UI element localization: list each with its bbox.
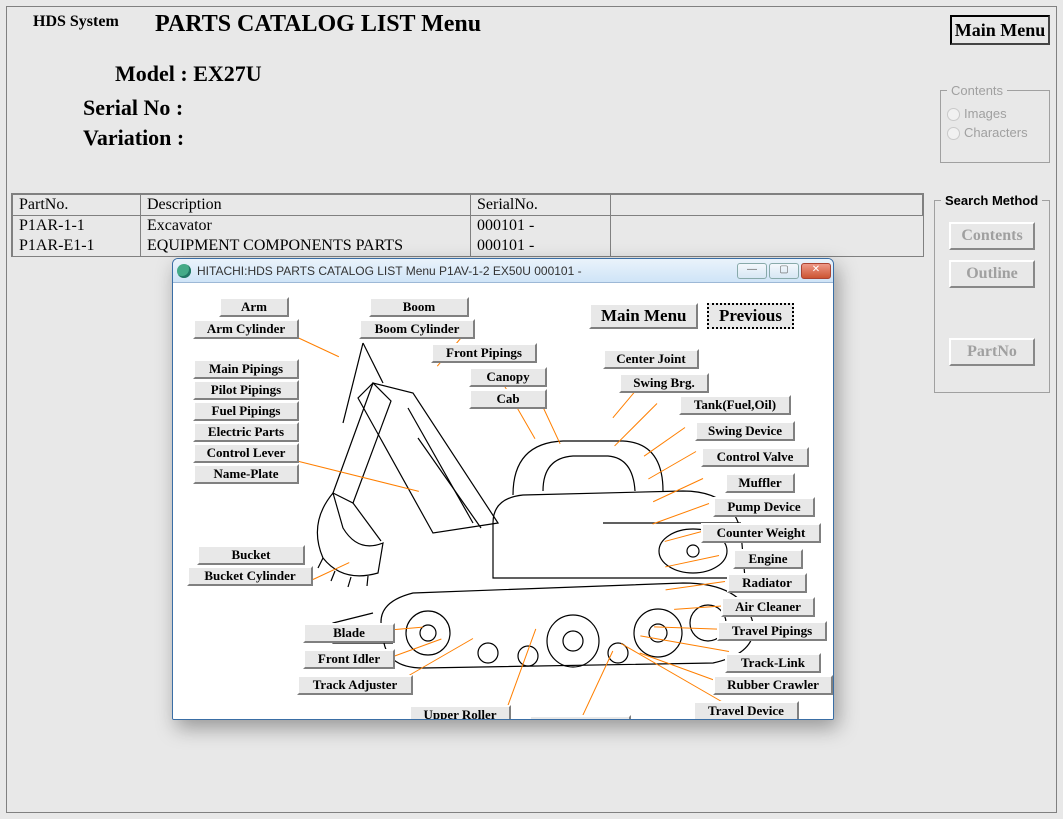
cell-serialno: 000101 -: [471, 216, 611, 237]
part-track-link-button[interactable]: Track-Link: [725, 653, 821, 673]
contents-button[interactable]: Contents: [949, 222, 1035, 250]
app-icon: [177, 264, 191, 278]
model-value: EX27U: [193, 61, 261, 86]
part-engine-button[interactable]: Engine: [733, 549, 803, 569]
part-muffler-button[interactable]: Muffler: [725, 473, 795, 493]
page-title: PARTS CATALOG LIST Menu: [155, 11, 481, 38]
part-rubber-crawler-button[interactable]: Rubber Crawler: [713, 675, 833, 695]
part-tank-button[interactable]: Tank(Fuel,Oil): [679, 395, 791, 415]
part-control-valve-button[interactable]: Control Valve: [701, 447, 809, 467]
outline-button[interactable]: Outline: [949, 260, 1035, 288]
part-fuel-pipings-button[interactable]: Fuel Pipings: [193, 401, 299, 421]
main-menu-button[interactable]: Main Menu: [950, 15, 1050, 45]
cell-serialno: 000101 -: [471, 236, 611, 256]
popup-titlebar[interactable]: HITACHI:HDS PARTS CATALOG LIST Menu P1AV…: [173, 259, 833, 283]
partno-button[interactable]: PartNo: [949, 338, 1035, 366]
table-row[interactable]: P1AR-E1-1 EQUIPMENT COMPONENTS PARTS 000…: [13, 236, 923, 256]
cell-description: Excavator: [141, 216, 471, 237]
part-main-pipings-button[interactable]: Main Pipings: [193, 359, 299, 379]
maximize-icon[interactable]: ▢: [769, 263, 799, 279]
minimize-icon[interactable]: —: [737, 263, 767, 279]
part-travel-pipings-button[interactable]: Travel Pipings: [717, 621, 827, 641]
popup-title: HITACHI:HDS PARTS CATALOG LIST Menu P1AV…: [197, 264, 582, 278]
close-icon[interactable]: ✕: [801, 263, 831, 279]
col-blank: [611, 195, 923, 216]
part-swing-brg-button[interactable]: Swing Brg.: [619, 373, 709, 393]
part-arm-button[interactable]: Arm: [219, 297, 289, 317]
cell-description: EQUIPMENT COMPONENTS PARTS: [141, 236, 471, 256]
part-swing-device-button[interactable]: Swing Device: [695, 421, 795, 441]
table-row[interactable]: P1AR-1-1 Excavator 000101 -: [13, 216, 923, 237]
col-serialno[interactable]: SerialNo.: [471, 195, 611, 216]
model-label: Model :: [115, 61, 188, 86]
characters-radio[interactable]: [947, 127, 960, 140]
part-lower-roller-button[interactable]: Lower Roller: [529, 715, 631, 720]
part-travel-device-button[interactable]: Travel Device: [693, 701, 799, 720]
diagram-canvas: Main Menu Previous: [173, 283, 833, 719]
part-canopy-button[interactable]: Canopy: [469, 367, 547, 387]
part-upper-roller-button[interactable]: Upper Roller: [409, 705, 511, 720]
parts-table-area: PartNo. Description SerialNo. P1AR-1-1 E…: [11, 193, 924, 257]
part-electric-parts-button[interactable]: Electric Parts: [193, 422, 299, 442]
search-method-legend: Search Method: [941, 193, 1042, 208]
part-front-pipings-button[interactable]: Front Pipings: [431, 343, 537, 363]
variation-label: Variation :: [83, 125, 184, 150]
images-radio-label: Images: [964, 106, 1007, 121]
hds-system-label: HDS System: [33, 13, 119, 31]
serial-label: Serial No :: [83, 95, 183, 120]
cell-partno: P1AR-E1-1: [13, 236, 141, 256]
col-partno[interactable]: PartNo.: [13, 195, 141, 216]
part-boom-cylinder-button[interactable]: Boom Cylinder: [359, 319, 475, 339]
parts-table: PartNo. Description SerialNo. P1AR-1-1 E…: [12, 194, 923, 256]
col-description[interactable]: Description: [141, 195, 471, 216]
cell-blank: [611, 236, 923, 256]
part-bucket-cylinder-button[interactable]: Bucket Cylinder: [187, 566, 313, 586]
part-counter-weight-button[interactable]: Counter Weight: [701, 523, 821, 543]
part-pump-device-button[interactable]: Pump Device: [713, 497, 815, 517]
part-bucket-button[interactable]: Bucket: [197, 545, 305, 565]
cell-blank: [611, 216, 923, 237]
part-cab-button[interactable]: Cab: [469, 389, 547, 409]
part-track-adjuster-button[interactable]: Track Adjuster: [297, 675, 413, 695]
model-line: Model : EX27U: [115, 61, 262, 87]
variation-line: Variation :: [83, 125, 184, 151]
contents-fieldset: Contents Images Characters: [940, 83, 1050, 163]
part-boom-button[interactable]: Boom: [369, 297, 469, 317]
part-front-idler-button[interactable]: Front Idler: [303, 649, 395, 669]
cell-partno: P1AR-1-1: [13, 216, 141, 237]
diagram-popup: HITACHI:HDS PARTS CATALOG LIST Menu P1AV…: [172, 258, 834, 720]
part-arm-cylinder-button[interactable]: Arm Cylinder: [193, 319, 299, 339]
part-radiator-button[interactable]: Radiator: [727, 573, 807, 593]
part-control-lever-button[interactable]: Control Lever: [193, 443, 299, 463]
contents-legend: Contents: [947, 83, 1007, 98]
part-name-plate-button[interactable]: Name-Plate: [193, 464, 299, 484]
part-center-joint-button[interactable]: Center Joint: [603, 349, 699, 369]
part-air-cleaner-button[interactable]: Air Cleaner: [721, 597, 815, 617]
part-pilot-pipings-button[interactable]: Pilot Pipings: [193, 380, 299, 400]
serial-line: Serial No :: [83, 95, 183, 121]
characters-radio-label: Characters: [964, 125, 1028, 140]
part-blade-button[interactable]: Blade: [303, 623, 395, 643]
search-method-fieldset: Search Method Contents Outline PartNo: [934, 193, 1050, 393]
images-radio[interactable]: [947, 108, 960, 121]
